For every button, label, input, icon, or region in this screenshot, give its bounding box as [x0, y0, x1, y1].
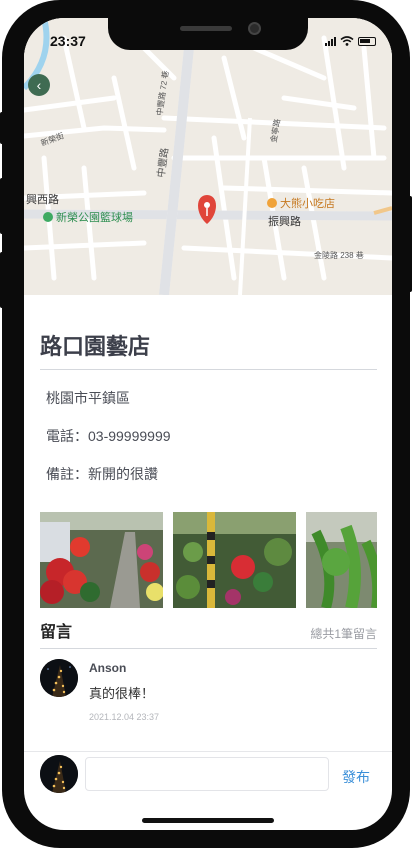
- comments-header: 留言 總共1筆留言: [40, 618, 377, 649]
- comments-title: 留言: [40, 624, 73, 641]
- gallery-photo[interactable]: [306, 512, 377, 608]
- map-label-jinlong: 金陵路 238 巷: [314, 250, 364, 260]
- comment-time: 2021.12.04 23:37: [89, 712, 160, 722]
- map-poi-park: 新榮公園籃球場: [56, 210, 133, 224]
- store-detail: 路口園藝店 桃園市平鎮區 電話：03-99999999 備註：新開的很讚 留言 …: [40, 295, 377, 722]
- map-poi-store: 大熊小吃店: [280, 196, 335, 210]
- publish-button[interactable]: 發布: [342, 767, 370, 787]
- store-phone[interactable]: 電話：03-99999999: [40, 426, 377, 446]
- store-address: 桃園市平鎮區: [46, 390, 130, 406]
- poi-store-icon: [267, 198, 277, 208]
- photo-gallery[interactable]: [40, 512, 377, 608]
- comments-count: 總共1筆留言: [310, 627, 377, 641]
- battery-icon: [358, 36, 376, 46]
- gallery-photo[interactable]: [40, 512, 163, 608]
- comment-body: Anson 真的很棒！ 2021.12.04 23:37: [89, 659, 159, 722]
- gallery-photo[interactable]: [173, 512, 296, 608]
- list-item: Anson 真的很棒！ 2021.12.04 23:37: [40, 659, 377, 722]
- comment-composer: 發布: [24, 751, 392, 799]
- store-note: 備註：新開的很讚: [46, 466, 158, 482]
- status-icons: [325, 36, 376, 46]
- phone-frame: 23:37 中豐路 中豐路 72 巷 新榮街 金寧路 興西路 振興路 金陵路 2…: [2, 0, 410, 848]
- map-label-xingxi: 興西路: [26, 193, 59, 206]
- store-name: 路口園藝店: [40, 329, 377, 370]
- map-view[interactable]: 中豐路 中豐路 72 巷 新榮街 金寧路 興西路 振興路 金陵路 238 巷 大…: [24, 18, 392, 295]
- wifi-icon: [340, 36, 354, 46]
- screen: 23:37 中豐路 中豐路 72 巷 新榮街 金寧路 興西路 振興路 金陵路 2…: [24, 18, 392, 830]
- map-label-zhenxing: 振興路: [268, 214, 301, 228]
- signal-icon: [325, 36, 336, 46]
- comment-text: 真的很棒！: [89, 686, 155, 701]
- chevron-left-icon: ‹: [36, 77, 42, 93]
- status-time: 23:37: [50, 33, 86, 49]
- home-indicator[interactable]: [142, 818, 274, 823]
- speaker: [180, 26, 232, 31]
- avatar[interactable]: [40, 755, 78, 793]
- front-camera: [248, 22, 261, 35]
- back-button[interactable]: ‹: [28, 74, 50, 96]
- poi-park-icon: [43, 212, 53, 222]
- comment-input[interactable]: [85, 757, 329, 791]
- comment-author: Anson: [89, 661, 127, 675]
- avatar[interactable]: [40, 659, 78, 697]
- notch: [108, 18, 308, 50]
